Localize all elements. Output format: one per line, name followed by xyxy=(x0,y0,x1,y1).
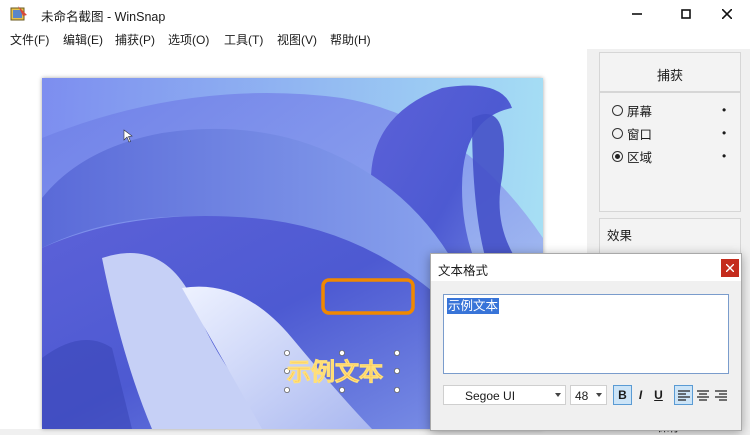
capture-header: 捕获 xyxy=(656,68,683,83)
menu-capture[interactable]: 捕获(P) xyxy=(115,31,155,48)
radio-circle xyxy=(612,104,623,116)
menu-edit[interactable]: 编辑(E) xyxy=(63,31,103,48)
minimize-icon xyxy=(632,12,642,15)
radio-circle xyxy=(612,127,623,139)
radio-screen-label: 屏幕 xyxy=(627,104,653,119)
effects-header: 效果 xyxy=(607,229,633,243)
font-value: Segoe UI xyxy=(465,389,516,403)
menu-help[interactable]: 帮助(H) xyxy=(330,31,371,48)
align-left-button[interactable] xyxy=(674,385,693,405)
chevron-down-icon xyxy=(596,393,602,397)
align-center-button[interactable] xyxy=(693,385,712,405)
maximize-button[interactable] xyxy=(663,0,709,27)
align-center-icon xyxy=(696,389,709,401)
radio-window[interactable]: 窗口 xyxy=(612,124,652,142)
radio-region-label: 区域 xyxy=(627,150,653,165)
selected-text: 示例文本 xyxy=(447,298,500,314)
window-title: 未命名截图 - WinSnap xyxy=(41,10,166,24)
title-bar: 未命名截图 - WinSnap xyxy=(0,0,750,27)
menu-bar: 文件(F) 编辑(E) 捕获(P) 选项(O) 工具(T) 视图(V) 帮助(H… xyxy=(0,27,750,49)
winsnap-app-icon xyxy=(10,6,27,21)
menu-tools[interactable]: 工具(T) xyxy=(224,31,263,48)
radio-screen[interactable]: 屏幕 xyxy=(612,101,652,119)
align-right-button[interactable] xyxy=(711,385,730,405)
dialog-title-bar: 文本格式 xyxy=(431,254,741,281)
font-size-value: 48 xyxy=(575,389,589,403)
radio-circle xyxy=(612,150,623,162)
close-icon xyxy=(722,8,732,19)
overlay-text[interactable]: 示例文本 xyxy=(287,358,384,387)
option-dot: • xyxy=(722,126,727,140)
dialog-close-button[interactable] xyxy=(721,259,739,277)
underline-button[interactable]: U xyxy=(649,385,668,405)
align-left-icon xyxy=(677,389,690,401)
option-dot: • xyxy=(722,103,727,117)
font-size-select[interactable]: 48 xyxy=(570,385,607,405)
menu-file[interactable]: 文件(F) xyxy=(10,31,49,48)
align-right-icon xyxy=(714,389,727,401)
font-select[interactable]: Segoe UI xyxy=(443,385,566,405)
radio-window-label: 窗口 xyxy=(627,127,653,142)
option-dot: • xyxy=(722,149,727,163)
capture-header-box: 捕获 xyxy=(599,52,741,92)
chevron-down-icon xyxy=(555,393,561,397)
menu-view[interactable]: 视图(V) xyxy=(277,31,317,48)
close-icon xyxy=(726,264,734,272)
bold-button[interactable]: B xyxy=(613,385,632,405)
capture-options-box: 屏幕 • 窗口 • 区域 • xyxy=(599,92,741,212)
menu-options[interactable]: 选项(O) xyxy=(168,31,209,48)
text-input-area[interactable]: 示例文本 xyxy=(443,294,729,374)
italic-button[interactable]: I xyxy=(631,385,650,405)
close-button[interactable] xyxy=(704,0,750,27)
minimize-button[interactable] xyxy=(614,0,660,27)
text-format-dialog: 文本格式 示例文本 Segoe UI 48 B I U xyxy=(430,253,742,431)
maximize-icon xyxy=(681,8,691,19)
radio-region[interactable]: 区域 xyxy=(612,147,652,165)
dialog-title: 文本格式 xyxy=(438,264,489,278)
